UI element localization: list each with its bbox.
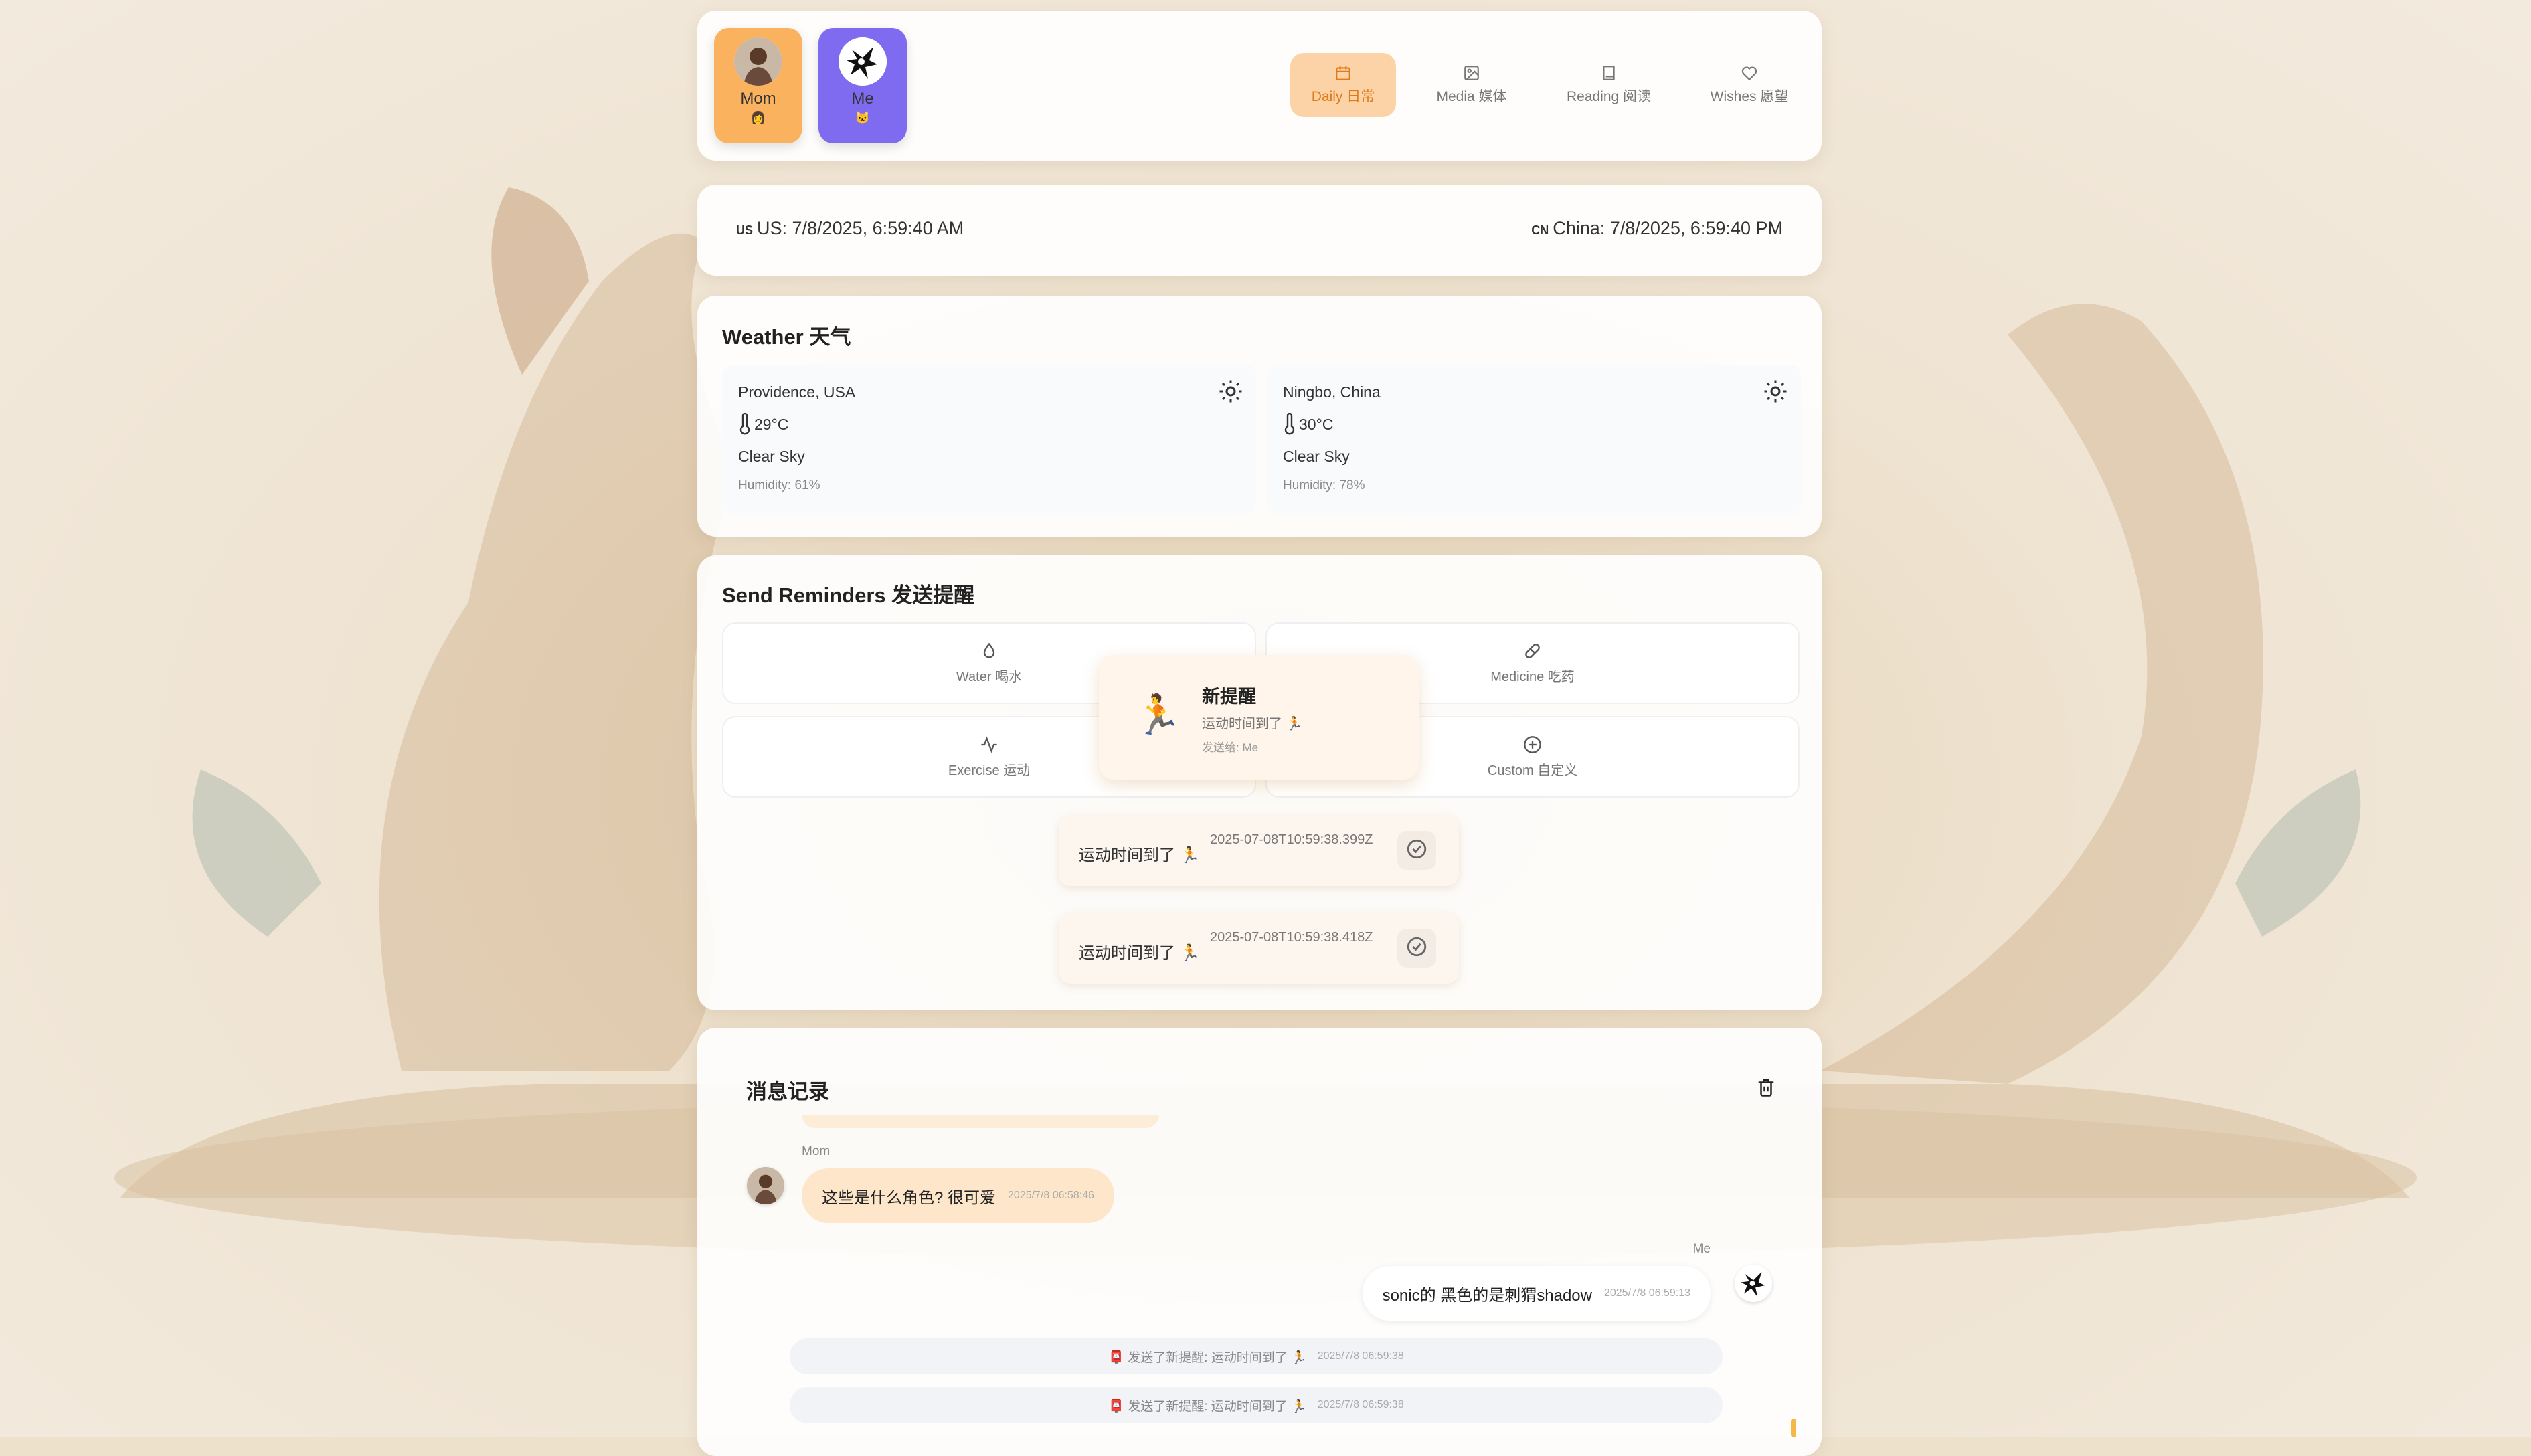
- droplet-icon: [980, 642, 998, 660]
- weather-box-providence: Providence, USA 29°C Clear Sky Humidity:…: [722, 365, 1256, 515]
- china-time: CN China: 7/8/2025, 6:59:40 PM: [1531, 218, 1783, 239]
- toast-message: 运动时间到了 🏃: [1079, 846, 1200, 864]
- temperature: 30°C: [1299, 416, 1334, 433]
- scrollbar-thumb[interactable]: [1791, 1419, 1796, 1437]
- book-icon: [1600, 64, 1618, 82]
- country-code: US: [736, 223, 754, 237]
- check-circle-icon: [1405, 838, 1428, 864]
- city-name: Providence, USA: [738, 383, 856, 401]
- section-title: Send Reminders 发送提醒: [722, 583, 975, 607]
- system-text: 📮 发送了新提醒: 运动时间到了 🏃: [1108, 1350, 1307, 1365]
- tab-label: Wishes 愿望: [1710, 89, 1789, 104]
- weather-condition: Clear Sky: [738, 448, 805, 465]
- avatar: [734, 37, 782, 86]
- system-message: 📮 发送了新提醒: 运动时间到了 🏃 2025/7/8 06:59:38: [790, 1387, 1723, 1423]
- profile-emoji: 🐱: [855, 111, 871, 124]
- header-card: Mom 👩 Me 🐱 Daily 日常 Media 媒体 Reading 阅读 …: [697, 11, 1822, 161]
- profile-name: Me: [851, 90, 874, 108]
- profile-card-me[interactable]: Me 🐱: [818, 28, 907, 143]
- profile-name: Mom: [740, 90, 776, 108]
- check-circle-icon: [1405, 935, 1428, 962]
- avatar: [747, 1167, 784, 1204]
- message-time: 2025/7/8 06:59:13: [1603, 1287, 1690, 1299]
- profile-emoji: 👩: [750, 111, 766, 124]
- avatar: [839, 37, 887, 86]
- avatar: [1735, 1265, 1772, 1302]
- weather-condition: Clear Sky: [1283, 448, 1350, 465]
- calendar-icon: [1334, 64, 1352, 82]
- message-text: sonic的 黑色的是刺猬shadow: [1382, 1286, 1592, 1305]
- thermometer-icon: [1283, 412, 1296, 439]
- system-time: 2025/7/8 06:59:38: [1317, 1350, 1404, 1362]
- toast-timestamp: 2025-07-08T10:59:38.418Z: [1210, 930, 1373, 945]
- weather-card: Weather 天气 Providence, USA 29°C Clear Sk…: [697, 296, 1822, 537]
- message-bubble: 这些是什么角色? 很可爱 2025/7/8 06:58:46: [802, 1168, 1115, 1223]
- image-icon: [1463, 64, 1480, 82]
- tab-label: Daily 日常: [1311, 89, 1375, 104]
- scrolled-bubble-edge: [802, 1115, 1159, 1128]
- system-time: 2025/7/8 06:59:38: [1317, 1399, 1404, 1410]
- clock-card: US US: 7/8/2025, 6:59:40 AM CN China: 7/8/…: [697, 185, 1822, 276]
- humidity: Humidity: 78%: [1283, 478, 1365, 492]
- us-time-text: US: 7/8/2025, 6:59:40 AM: [757, 218, 964, 238]
- pill-icon: [1523, 642, 1542, 660]
- sun-icon: [1763, 379, 1787, 407]
- button-label: Water 喝水: [956, 669, 1023, 685]
- button-label: Exercise 运动: [948, 763, 1031, 778]
- notification-body: 运动时间到了 🏃: [1202, 717, 1303, 731]
- tab-label: Media 媒体: [1436, 89, 1507, 104]
- toast-timestamp: 2025-07-08T10:59:38.399Z: [1210, 832, 1373, 847]
- message-bubble: sonic的 黑色的是刺猬shadow 2025/7/8 06:59:13: [1362, 1266, 1711, 1321]
- weather-box-ningbo: Ningbo, China 30°C Clear Sky Humidity: 7…: [1267, 365, 1801, 515]
- message-time: 2025/7/8 06:58:46: [1008, 1190, 1095, 1201]
- section-title: 消息记录: [746, 1080, 829, 1103]
- country-code: CN: [1531, 223, 1549, 237]
- button-label: Custom 自定义: [1487, 763, 1578, 778]
- notification-recipient: 发送给: Me: [1202, 741, 1259, 754]
- us-time: US US: 7/8/2025, 6:59:40 AM: [736, 218, 964, 239]
- reminder-toast: 运动时间到了 🏃 2025-07-08T10:59:38.418Z: [1059, 913, 1459, 984]
- thermometer-icon: [738, 412, 752, 439]
- runner-emoji: 🏃: [1134, 693, 1183, 737]
- sun-icon: [1219, 379, 1243, 407]
- trash-icon[interactable]: [1756, 1077, 1776, 1101]
- tab-wishes[interactable]: Wishes 愿望: [1696, 53, 1803, 117]
- profile-card-mom[interactable]: Mom 👩: [714, 28, 802, 143]
- system-text: 📮 发送了新提醒: 运动时间到了 🏃: [1108, 1399, 1307, 1414]
- humidity: Humidity: 61%: [738, 478, 820, 492]
- city-name: Ningbo, China: [1283, 383, 1381, 401]
- button-label: Medicine 吃药: [1490, 669, 1575, 685]
- message-text: 这些是什么角色? 很可爱: [822, 1188, 996, 1207]
- heart-icon: [1741, 64, 1758, 82]
- tab-reading[interactable]: Reading 阅读: [1555, 53, 1662, 117]
- section-title: Weather 天气: [722, 325, 851, 349]
- sender-name: Mom: [802, 1144, 831, 1158]
- check-button[interactable]: [1397, 929, 1436, 968]
- toast-message: 运动时间到了 🏃: [1079, 944, 1200, 962]
- notification-title: 新提醒: [1202, 687, 1256, 707]
- activity-icon: [980, 735, 998, 754]
- tab-daily[interactable]: Daily 日常: [1290, 53, 1396, 117]
- check-button[interactable]: [1397, 831, 1436, 870]
- reminder-toast: 运动时间到了 🏃 2025-07-08T10:59:38.399Z: [1059, 815, 1459, 886]
- plus-circle-icon: [1523, 735, 1542, 754]
- new-reminder-notification[interactable]: 🏃 新提醒 运动时间到了 🏃 发送给: Me: [1099, 655, 1419, 780]
- temperature: 29°C: [754, 416, 789, 433]
- china-time-text: China: 7/8/2025, 6:59:40 PM: [1553, 218, 1783, 238]
- system-message: 📮 发送了新提醒: 运动时间到了 🏃 2025/7/8 06:59:38: [790, 1338, 1723, 1374]
- tab-label: Reading 阅读: [1566, 89, 1652, 104]
- sender-name: Me: [1692, 1242, 1711, 1256]
- tab-media[interactable]: Media 媒体: [1421, 53, 1522, 117]
